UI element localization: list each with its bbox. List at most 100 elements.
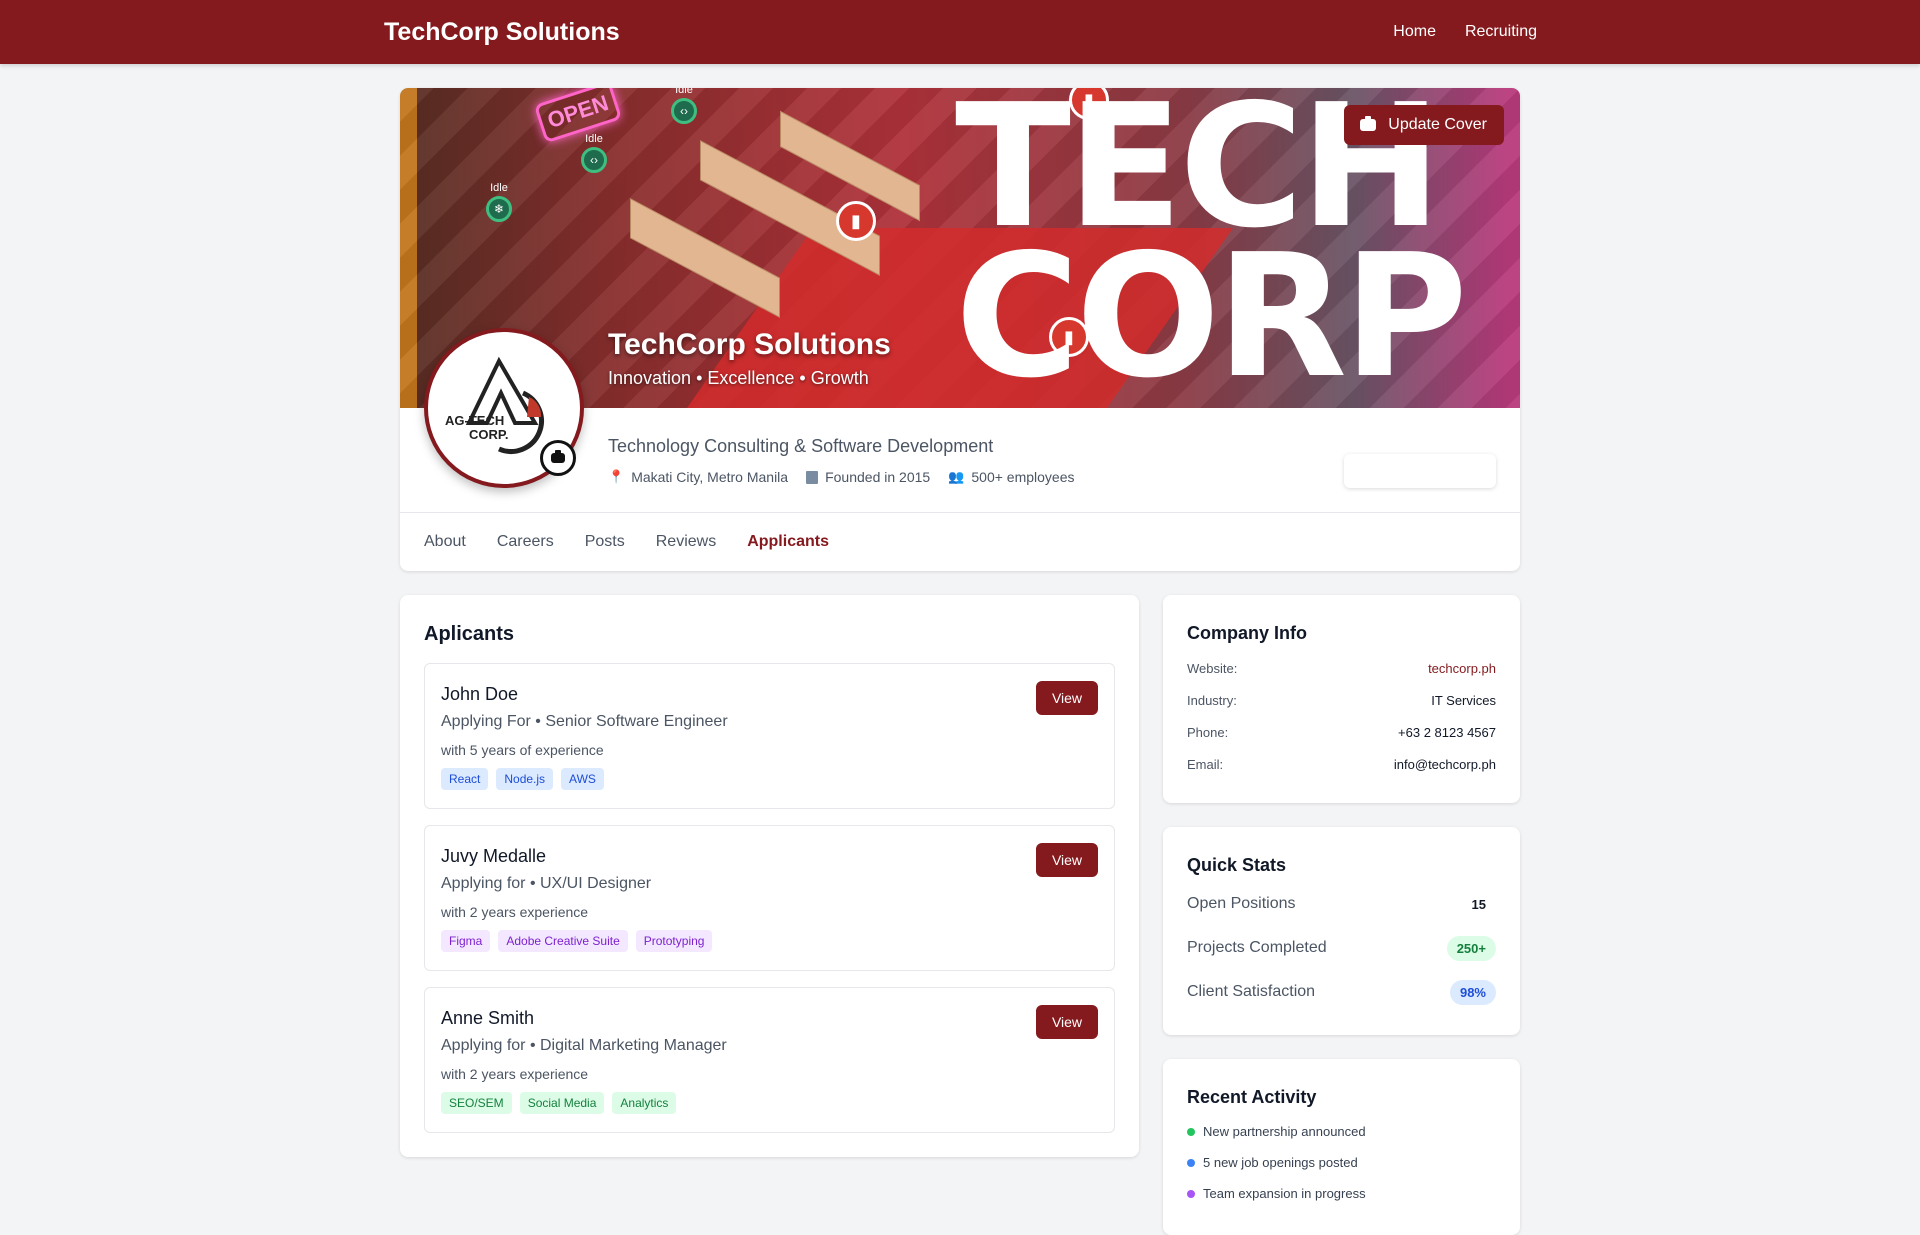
stat-value: 15: [1471, 896, 1486, 912]
location-pin-icon: 📍: [608, 469, 625, 484]
tab-careers[interactable]: Careers: [497, 533, 554, 551]
nav-link-recruiting[interactable]: Recruiting: [1465, 23, 1537, 41]
tab-applicants[interactable]: Applicants: [747, 533, 829, 551]
stat-label: Open Positions: [1187, 895, 1296, 912]
company-avatar[interactable]: AG-TECH CORP.: [424, 328, 584, 488]
info-row-website: Website: techcorp.ph: [1187, 661, 1496, 676]
cover-company-name: TechCorp Solutions: [608, 328, 891, 361]
company-employees-text: 500+ employees: [971, 469, 1075, 485]
profile-action-button[interactable]: [1344, 454, 1496, 488]
company-meta: 📍 Makati City, Metro Manila Founded in 2…: [608, 469, 1075, 485]
activity-text: 5 new job openings posted: [1203, 1155, 1358, 1170]
skill-tag: AWS: [561, 768, 604, 790]
applicant-name: John Doe: [441, 684, 519, 704]
activity-dot-icon: [1187, 1189, 1195, 1198]
skill-tag: Prototyping: [635, 930, 713, 952]
cover-tagline: Innovation • Excellence • Growth: [608, 368, 869, 388]
applicant-role: Applying for • Digital Marketing Manager: [441, 1037, 727, 1054]
stat-label: Client Satisfaction: [1187, 983, 1316, 1000]
nav-links: Home Recruiting: [1393, 23, 1537, 41]
view-applicant-button[interactable]: View: [1036, 681, 1098, 715]
people-icon: 👥: [948, 469, 965, 484]
applicant-experience: with 2 years experience: [441, 1066, 589, 1082]
skill-tag: Analytics: [612, 1092, 677, 1114]
applicant-role: Applying for • UX/UI Designer: [441, 875, 652, 892]
applicant-experience: with 5 years of experience: [441, 742, 604, 758]
idle-label: Idle: [490, 182, 508, 194]
nav-link-home[interactable]: Home: [1393, 23, 1436, 41]
building-icon: [806, 470, 819, 484]
applicant-experience: with 2 years experience: [441, 904, 589, 920]
applicant-skill-tags: React Node.js AWS: [441, 768, 1098, 790]
chart-badge-icon: ▮: [836, 201, 876, 241]
tab-about[interactable]: About: [424, 533, 466, 551]
camera-icon: [1360, 116, 1377, 131]
logo-text-line2: CORP.: [469, 427, 509, 442]
applicant-name: Anne Smith: [441, 1008, 535, 1028]
info-row-industry: Industry: IT Services: [1187, 693, 1496, 708]
info-value: info@techcorp.ph: [1393, 757, 1496, 772]
info-label: Phone:: [1187, 725, 1229, 740]
idle-indicator: Idle ❄: [486, 182, 512, 222]
camera-icon: [551, 450, 565, 463]
company-info-card: Company Info Website: techcorp.ph Indust…: [1163, 595, 1520, 803]
skill-tag: Social Media: [519, 1092, 605, 1114]
activity-text: Team expansion in progress: [1203, 1186, 1366, 1201]
info-row-email: Email: info@techcorp.ph: [1187, 757, 1496, 772]
recent-activity-title: Recent Activity: [1187, 1087, 1317, 1107]
recent-activity-card: Recent Activity New partnership announce…: [1163, 1059, 1520, 1235]
tab-posts[interactable]: Posts: [585, 533, 625, 551]
stat-label: Projects Completed: [1187, 939, 1327, 956]
info-value: IT Services: [1431, 693, 1496, 708]
applicant-role: Applying For • Senior Software Engineer: [441, 713, 728, 730]
company-employees: 👥 500+ employees: [948, 469, 1074, 485]
applicant-card: John Doe Applying For • Senior Software …: [424, 663, 1115, 809]
change-avatar-button[interactable]: [540, 440, 576, 476]
website-link[interactable]: techcorp.ph: [1428, 661, 1496, 676]
view-applicant-button[interactable]: View: [1036, 843, 1098, 877]
code-icon: ‹›: [581, 147, 607, 173]
idle-label: Idle: [675, 88, 693, 96]
skill-tag: SEO/SEM: [441, 1092, 512, 1114]
company-info-title: Company Info: [1187, 623, 1307, 643]
update-cover-button[interactable]: Update Cover: [1344, 105, 1504, 145]
top-navbar: TechCorp Solutions Home Recruiting: [0, 0, 1920, 64]
info-row-phone: Phone: +63 2 8123 4567: [1187, 725, 1496, 740]
view-applicant-button[interactable]: View: [1036, 1005, 1098, 1039]
logo-text-line1: AG-TECH: [445, 413, 504, 428]
applicant-name: Juvy Medalle: [441, 846, 547, 866]
applicants-title: Aplicants: [424, 623, 515, 645]
applicants-panel: Aplicants John Doe Applying For • Senior…: [400, 595, 1139, 1157]
stat-row-client-satisfaction: Client Satisfaction 98%: [1187, 978, 1496, 1006]
quick-stats-card: Quick Stats Open Positions 15 Projects C…: [1163, 827, 1520, 1035]
skill-tag: Adobe Creative Suite: [498, 930, 628, 952]
info-label: Industry:: [1187, 693, 1237, 708]
idle-label: Idle: [585, 133, 603, 145]
company-info-block: Technology Consulting & Software Develop…: [608, 436, 1075, 485]
activity-text: New partnership announced: [1203, 1124, 1366, 1139]
company-location: 📍 Makati City, Metro Manila: [608, 469, 788, 485]
applicant-skill-tags: Figma Adobe Creative Suite Prototyping: [441, 930, 1098, 952]
activity-item: Team expansion in progress: [1187, 1186, 1496, 1201]
company-location-text: Makati City, Metro Manila: [631, 469, 789, 485]
activity-item: 5 new job openings posted: [1187, 1155, 1496, 1170]
idle-indicator: Idle ‹›: [581, 133, 607, 173]
company-founded-text: Founded in 2015: [825, 469, 931, 485]
info-value: +63 2 8123 4567: [1398, 725, 1496, 740]
stat-row-open-positions: Open Positions 15: [1187, 890, 1496, 918]
code-icon: ‹›: [671, 98, 697, 124]
skill-tag: Figma: [441, 930, 491, 952]
profile-tabs: About Careers Posts Reviews Applicants: [400, 512, 1520, 571]
activity-dot-icon: [1187, 1127, 1195, 1136]
company-founded: Founded in 2015: [806, 469, 930, 485]
activity-dot-icon: [1187, 1158, 1195, 1167]
brand-logo-text[interactable]: TechCorp Solutions: [384, 18, 620, 47]
idle-indicator: Idle ‹›: [671, 88, 697, 124]
skill-tag: React: [441, 768, 489, 790]
tab-reviews[interactable]: Reviews: [656, 533, 716, 551]
applicant-card: Anne Smith Applying for • Digital Market…: [424, 987, 1115, 1133]
company-profile-card: OPEN Idle ❄ Idle ‹› Idle ‹› ▮ ▮ ▮ TECH C…: [400, 88, 1520, 571]
stat-row-projects-completed: Projects Completed 250+: [1187, 934, 1496, 962]
quick-stats-title: Quick Stats: [1187, 855, 1287, 875]
stat-value-badge: 250+: [1446, 935, 1496, 961]
